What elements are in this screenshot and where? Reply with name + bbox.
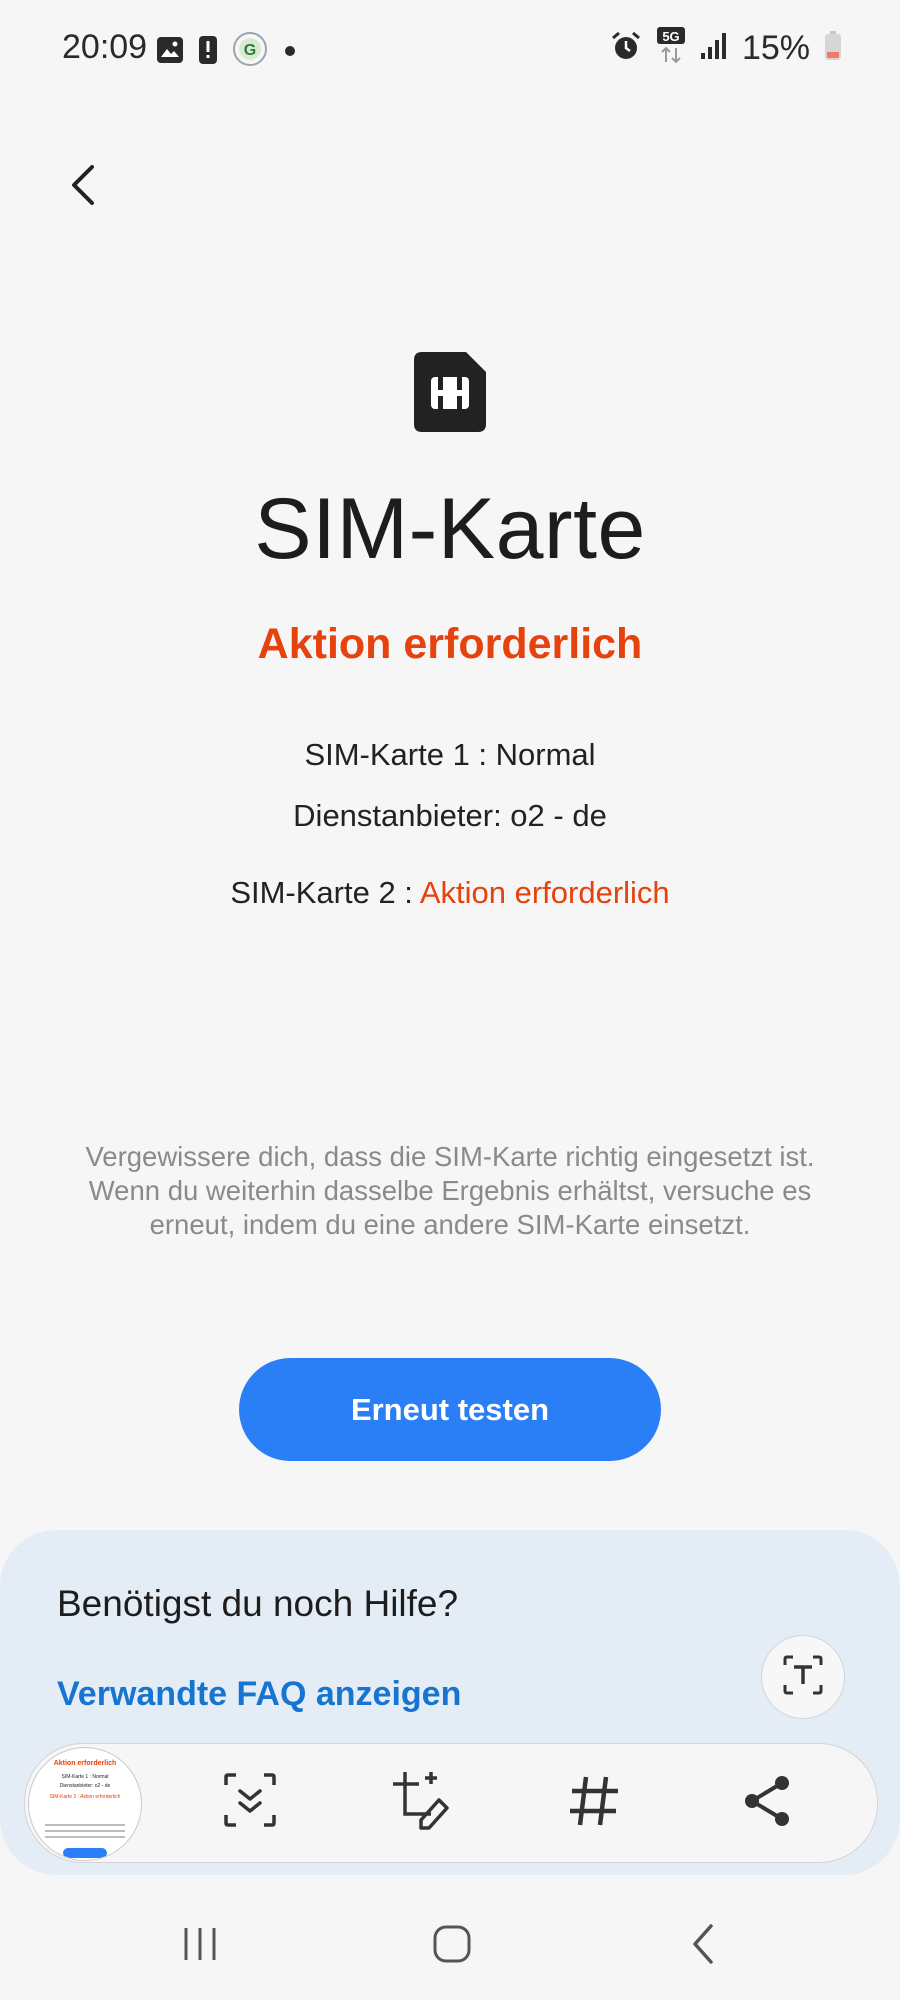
status-right: 5G 15%	[610, 26, 842, 70]
thumb-button	[63, 1848, 107, 1858]
thumb-title: Aktion erforderlich	[53, 1760, 117, 1767]
scroll-capture-icon	[222, 1771, 278, 1836]
help-title: Benötigst du noch Hilfe?	[57, 1583, 459, 1624]
alarm-icon	[610, 30, 642, 67]
screenshot-thumbnail[interactable]: Aktion erforderlich SIM-Karte 1 : Normal…	[28, 1747, 142, 1861]
recents-icon	[180, 1924, 220, 1969]
sim-card-icon	[414, 352, 486, 432]
share-icon	[742, 1773, 792, 1834]
battery-icon	[824, 30, 842, 66]
network-label: 5G	[662, 29, 679, 44]
text-extract-button[interactable]	[761, 1635, 845, 1719]
thumb-text-line	[45, 1824, 125, 1826]
alert-icon	[198, 35, 218, 70]
gallery-icon	[156, 36, 184, 69]
recents-button[interactable]	[160, 1911, 240, 1981]
share-button[interactable]	[732, 1768, 802, 1838]
hashtag-icon	[566, 1773, 622, 1834]
battery-percent: 15%	[741, 28, 810, 67]
provider-label: Dienstanbieter: o2 - de	[293, 798, 607, 833]
back-button[interactable]	[60, 150, 110, 220]
crop-edit-icon	[391, 1770, 451, 1837]
page-title: SIM-Karte	[254, 481, 646, 577]
dot-icon	[284, 44, 296, 62]
text-extract-icon	[781, 1653, 825, 1702]
back-arrow-icon	[60, 165, 100, 224]
faq-link[interactable]: Verwandte FAQ anzeigen	[57, 1675, 461, 1714]
retest-button[interactable]: Erneut testen	[239, 1358, 661, 1461]
home-button[interactable]	[412, 1911, 492, 1981]
sim2-label: SIM-Karte 2 :	[230, 875, 420, 910]
thumb-text-line	[45, 1836, 125, 1838]
thumb-line3: SIM-Karte 2 : Aktion erforderlich	[49, 1794, 121, 1800]
sim2-status: Aktion erforderlich	[419, 875, 670, 910]
nav-back-button[interactable]	[663, 1911, 743, 1981]
hashtag-button[interactable]	[559, 1768, 629, 1838]
signal-icon	[700, 31, 728, 66]
home-icon	[432, 1924, 472, 1969]
app-g-icon: G	[232, 31, 268, 72]
svg-text:G: G	[244, 42, 256, 59]
status-time: 20:09	[62, 28, 148, 66]
network-5g-icon: 5G	[656, 26, 686, 71]
thumb-line2: Dienstanbieter: o2 - de	[59, 1783, 111, 1789]
overall-status: Aktion erforderlich	[257, 620, 643, 668]
back-icon	[683, 1922, 723, 1971]
status-bar: 20:09 G 5G 15%	[0, 0, 900, 100]
scroll-capture-button[interactable]	[215, 1768, 285, 1838]
crop-edit-button[interactable]	[386, 1768, 456, 1838]
sim1-status: SIM-Karte 1 : Normal	[304, 737, 596, 772]
thumb-line1: SIM-Karte 1 : Normal	[61, 1774, 109, 1780]
hint-text: Vergewissere dich, dass die SIM-Karte ri…	[85, 1141, 815, 1240]
thumb-text-line	[45, 1830, 125, 1832]
sim2-status-line: SIM-Karte 2 : Aktion erforderlich	[0, 875, 900, 911]
